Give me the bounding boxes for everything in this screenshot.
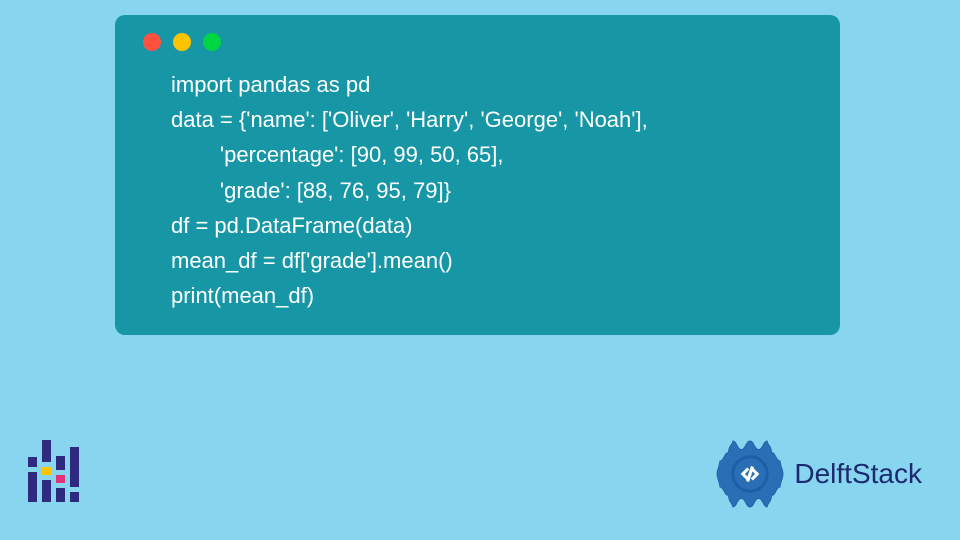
code-window: import pandas as pd data = {'name': ['Ol… (115, 15, 840, 335)
dot-red-icon (143, 33, 161, 51)
brand-name: DelftStack (794, 458, 922, 490)
equalizer-icon (28, 446, 79, 502)
dot-yellow-icon (173, 33, 191, 51)
delftstack-logo-icon (714, 438, 786, 510)
traffic-light-dots (143, 33, 812, 51)
dot-green-icon (203, 33, 221, 51)
code-content: import pandas as pd data = {'name': ['Ol… (143, 67, 812, 313)
brand: DelftStack (714, 438, 922, 510)
